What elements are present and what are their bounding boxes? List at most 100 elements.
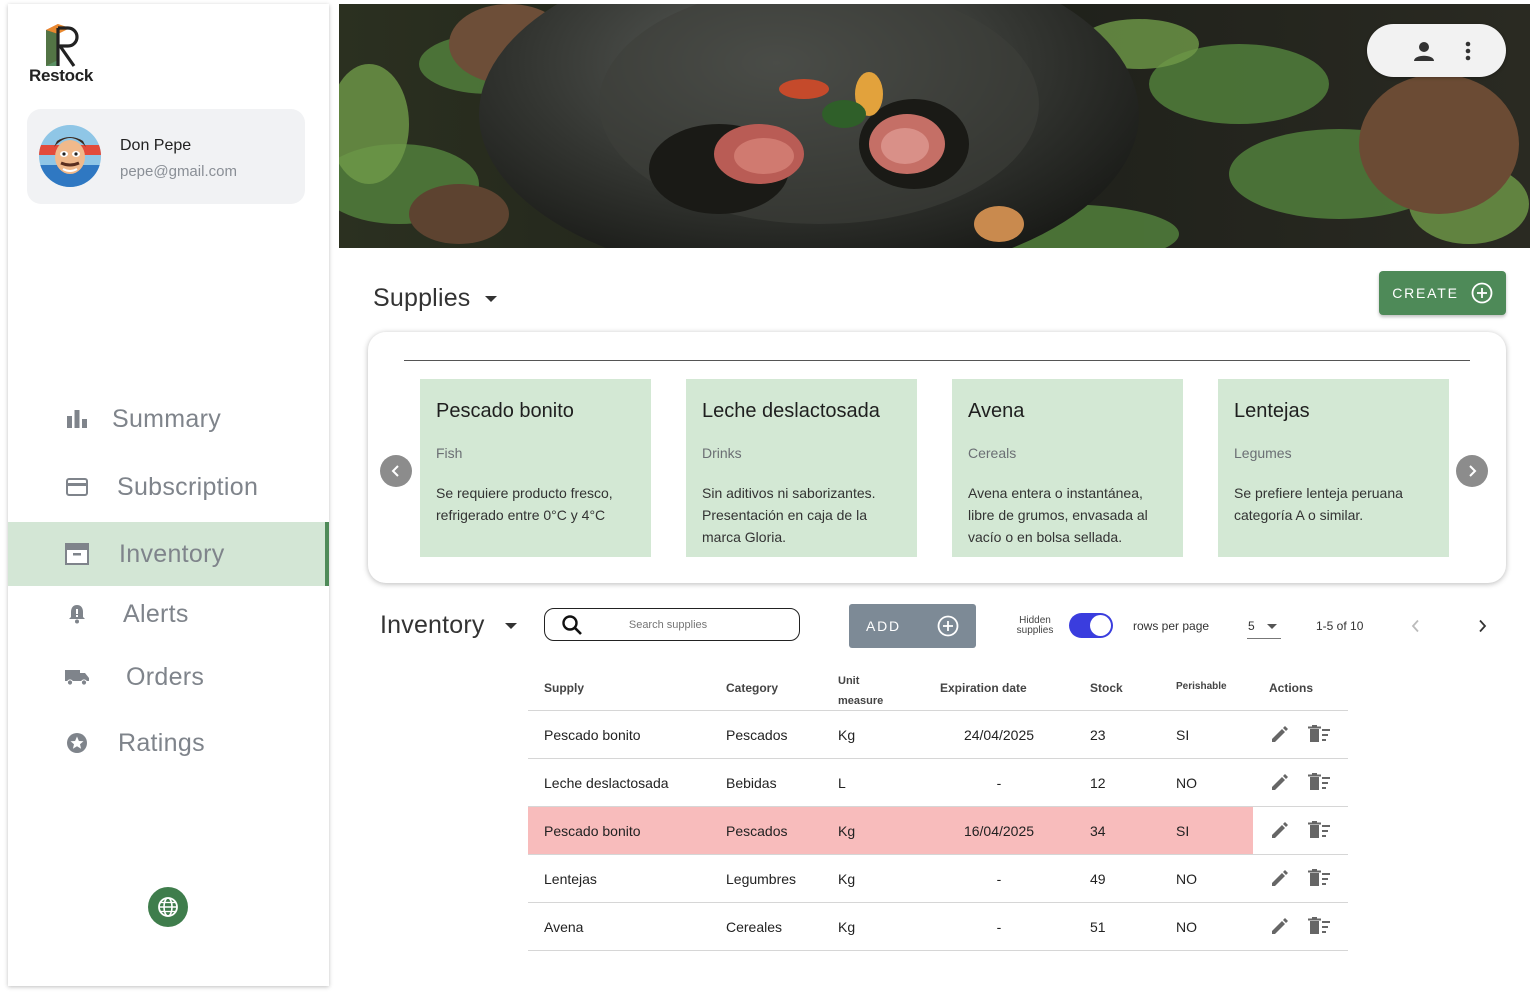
user-profile-card[interactable]: Don Pepe pepe@gmail.com bbox=[27, 109, 305, 204]
cell-supply: Leche deslactosada bbox=[544, 775, 669, 791]
truck-icon bbox=[65, 665, 89, 689]
supply-card-category: Fish bbox=[436, 445, 463, 461]
language-button[interactable] bbox=[148, 887, 188, 927]
delete-button[interactable] bbox=[1307, 818, 1331, 842]
delete-button[interactable] bbox=[1307, 770, 1331, 794]
more-vertical-icon bbox=[1465, 41, 1471, 60]
previous-page-button[interactable] bbox=[1404, 614, 1428, 638]
credit-card-icon bbox=[65, 475, 89, 499]
column-header-category: Category bbox=[726, 681, 779, 695]
table-row[interactable]: Leche deslactosada Bebidas L - 12 NO bbox=[528, 759, 1348, 807]
brand-name: Restock bbox=[28, 66, 94, 85]
table-row[interactable]: Avena Cereales Kg - 51 NO bbox=[528, 903, 1348, 951]
header-actions bbox=[1367, 24, 1506, 77]
bar-chart-icon bbox=[65, 407, 89, 431]
cell-perishable: NO bbox=[1176, 871, 1197, 887]
food-dish-image bbox=[339, 4, 1530, 248]
cell-perishable: SI bbox=[1176, 727, 1190, 743]
chevron-right-icon bbox=[1469, 465, 1477, 477]
pencil-icon bbox=[1272, 870, 1288, 886]
cell-unit: Kg bbox=[838, 919, 856, 935]
cell-unit: L bbox=[838, 775, 846, 791]
sidebar-item-inventory[interactable]: Inventory bbox=[8, 522, 329, 586]
sidebar-item-alerts[interactable]: Alerts bbox=[8, 582, 329, 646]
chevron-left-icon bbox=[391, 465, 399, 477]
supply-card-category: Legumes bbox=[1234, 445, 1292, 461]
user-name: Don Pepe bbox=[120, 137, 192, 154]
sidebar-item-subscription[interactable]: Subscription bbox=[8, 455, 329, 519]
cell-expiration: 16/04/2025 bbox=[963, 823, 1035, 839]
account-button[interactable] bbox=[1409, 36, 1439, 66]
inventory-section-toggle[interactable]: Inventory bbox=[380, 611, 517, 640]
supply-card-title: Avena bbox=[968, 400, 1025, 422]
star-circle-icon bbox=[65, 731, 89, 755]
restock-logo-icon bbox=[46, 24, 79, 67]
table-row[interactable]: Lentejas Legumbres Kg - 49 NO bbox=[528, 855, 1348, 903]
supply-card-title: Leche deslactosada bbox=[702, 400, 880, 422]
column-header-actions: Actions bbox=[1269, 681, 1314, 695]
row-highlight bbox=[528, 903, 1253, 950]
carousel-prev-button[interactable] bbox=[380, 455, 412, 487]
chevron-down-icon bbox=[484, 295, 497, 302]
cell-supply: Pescado bonito bbox=[544, 823, 641, 839]
sidebar-item-ratings[interactable]: Ratings bbox=[8, 711, 329, 775]
edit-button[interactable] bbox=[1268, 770, 1292, 794]
chevron-right-icon bbox=[1479, 619, 1487, 633]
sidebar-item-label: Subscription bbox=[117, 472, 259, 501]
sidebar-item-label: Inventory bbox=[119, 539, 225, 568]
cell-stock: 34 bbox=[1090, 823, 1106, 839]
delete-sweep-icon bbox=[1308, 725, 1330, 742]
search-input[interactable] bbox=[581, 617, 755, 632]
hidden-supplies-toggle[interactable] bbox=[1069, 613, 1113, 638]
carousel-next-button[interactable] bbox=[1456, 455, 1488, 487]
user-avatar-icon bbox=[39, 125, 101, 187]
cell-unit: Kg bbox=[838, 823, 856, 839]
cell-supply: Lentejas bbox=[544, 871, 597, 887]
delete-sweep-icon bbox=[1308, 821, 1330, 838]
create-supply-button[interactable]: CREATE bbox=[1379, 271, 1506, 315]
table-row[interactable]: Pescado bonito Pescados Kg 24/04/2025 23… bbox=[528, 711, 1348, 759]
delete-button[interactable] bbox=[1307, 722, 1331, 746]
cell-unit: Kg bbox=[838, 871, 856, 887]
supply-card[interactable]: Avena Cereals Avena entera o instantánea… bbox=[952, 379, 1183, 557]
supply-card[interactable]: Leche deslactosada Drinks Sin aditivos n… bbox=[686, 379, 917, 557]
row-highlight bbox=[528, 855, 1253, 902]
add-inventory-button[interactable]: ADD bbox=[849, 604, 976, 648]
pencil-icon bbox=[1272, 822, 1288, 838]
supply-card-title: Lentejas bbox=[1234, 400, 1310, 422]
column-header-supply: Supply bbox=[544, 681, 585, 695]
cell-stock: 49 bbox=[1090, 871, 1106, 887]
supplies-section-toggle[interactable]: Supplies bbox=[373, 284, 497, 313]
edit-button[interactable] bbox=[1268, 914, 1292, 938]
globe-icon bbox=[158, 897, 178, 917]
supply-card[interactable]: Pescado bonito Fish Se requiere producto… bbox=[420, 379, 651, 557]
supply-card[interactable]: Lentejas Legumes Se prefiere lenteja per… bbox=[1218, 379, 1449, 557]
edit-button[interactable] bbox=[1268, 722, 1292, 746]
table-row[interactable]: Pescado bonito Pescados Kg 16/04/2025 34… bbox=[528, 807, 1348, 855]
cell-category: Pescados bbox=[726, 727, 788, 743]
next-page-button[interactable] bbox=[1470, 614, 1494, 638]
chevron-down-icon bbox=[1267, 624, 1277, 629]
cell-category: Legumbres bbox=[726, 871, 797, 887]
create-button-label: CREATE bbox=[1392, 285, 1459, 301]
supply-card-description: Se requiere producto fresco, refrigerado… bbox=[436, 485, 613, 523]
edit-button[interactable] bbox=[1268, 866, 1292, 890]
brand-logo[interactable]: Restock bbox=[26, 22, 96, 86]
supplies-carousel: Pescado bonito Fish Se requiere producto… bbox=[368, 332, 1506, 583]
sidebar-item-label: Alerts bbox=[123, 599, 189, 628]
column-header-stock: Stock bbox=[1090, 681, 1123, 695]
toggle-knob bbox=[1090, 615, 1111, 636]
cell-expiration: - bbox=[996, 871, 1002, 887]
sidebar-item-summary[interactable]: Summary bbox=[8, 387, 329, 451]
more-options-button[interactable] bbox=[1453, 36, 1483, 66]
column-header-expiration-date: Expiration date bbox=[940, 681, 1027, 695]
bell-alert-icon bbox=[65, 602, 89, 626]
delete-button[interactable] bbox=[1307, 914, 1331, 938]
rows-per-page-select[interactable]: 5 bbox=[1247, 612, 1281, 639]
chevron-down-icon bbox=[504, 622, 517, 629]
edit-button[interactable] bbox=[1268, 818, 1292, 842]
sidebar-item-orders[interactable]: Orders bbox=[8, 645, 329, 709]
pencil-icon bbox=[1272, 726, 1288, 742]
header-banner-image bbox=[339, 4, 1530, 248]
delete-button[interactable] bbox=[1307, 866, 1331, 890]
